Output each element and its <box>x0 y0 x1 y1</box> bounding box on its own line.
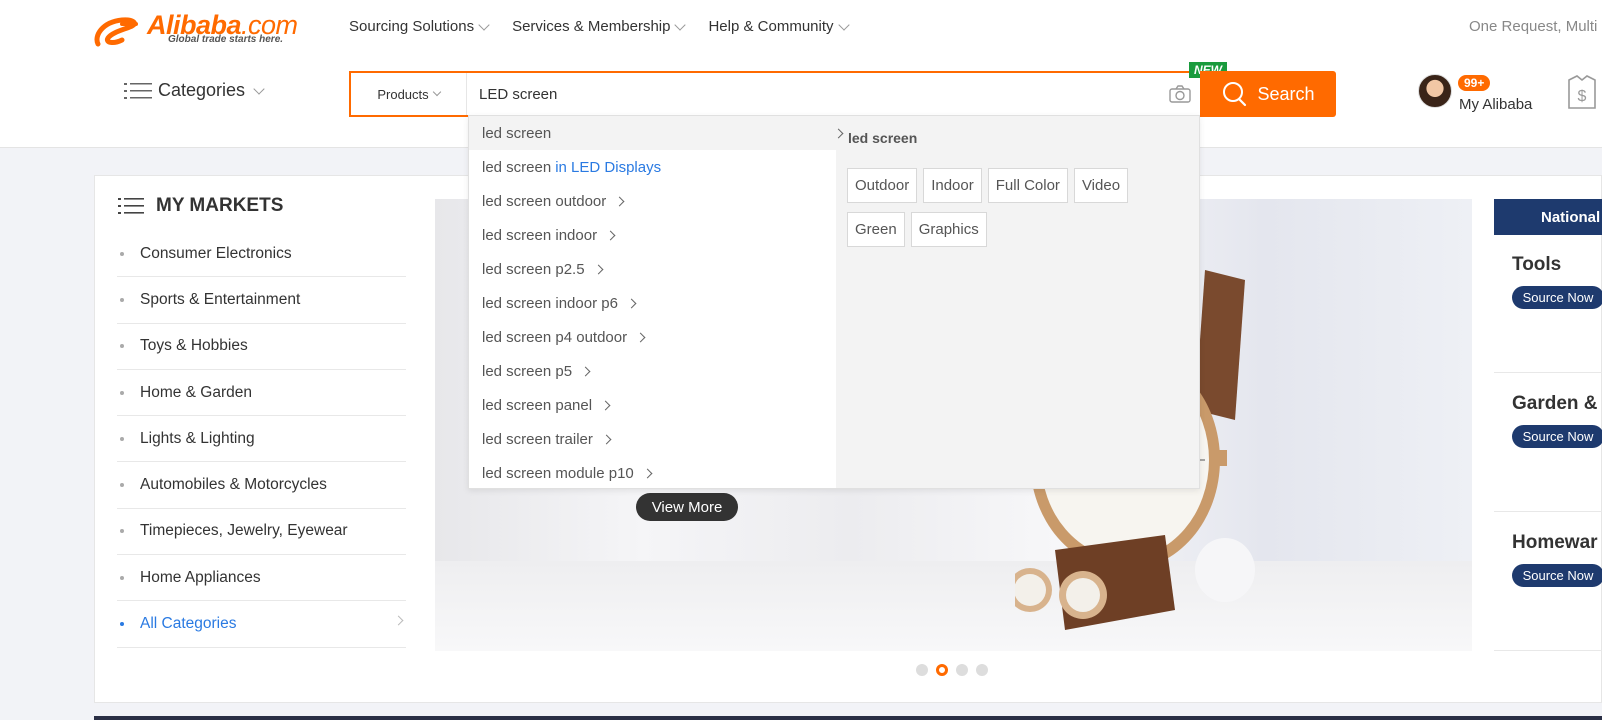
chevron-right-icon <box>605 230 616 240</box>
nav-services-membership[interactable]: Services & Membership <box>512 18 687 35</box>
view-more-button[interactable]: View More <box>636 493 738 521</box>
chevron-down-icon <box>478 18 490 31</box>
source-now-button[interactable]: Source Now <box>1512 425 1602 448</box>
search-suggestions-dropdown: led screen led screen in LED Displays led… <box>468 115 1200 489</box>
chevron-down-icon <box>253 82 265 95</box>
search-input[interactable] <box>479 73 1119 115</box>
search-button[interactable]: Search <box>1200 71 1336 117</box>
suggestion-item[interactable]: led screen outdoor <box>469 184 836 218</box>
market-item[interactable]: Home & Garden <box>117 370 406 417</box>
camera-icon[interactable] <box>1169 84 1191 104</box>
suggestion-item[interactable]: led screen indoor <box>469 218 836 252</box>
search-box: Products <box>349 71 1200 117</box>
logo-tagline: Global trade starts here. <box>168 34 284 45</box>
source-now-button[interactable]: Source Now <box>1512 286 1602 309</box>
suggestion-item[interactable]: led screen p5 <box>469 354 836 388</box>
avatar[interactable] <box>1418 74 1452 108</box>
related-tags: Outdoor Indoor Full Color Video Green Gr… <box>847 168 1187 247</box>
related-title: led screen <box>848 130 918 146</box>
market-item[interactable]: Consumer Electronics <box>117 231 406 278</box>
related-tag[interactable]: Outdoor <box>847 168 918 203</box>
categories-label: Categories <box>158 80 246 100</box>
related-tag[interactable]: Full Color <box>987 168 1068 203</box>
suggestion-item[interactable]: led screen indoor p6 <box>469 286 836 320</box>
notification-badge: 99+ <box>1458 75 1491 91</box>
svg-text:$: $ <box>1578 88 1587 105</box>
chevron-down-icon <box>432 87 441 97</box>
related-tag[interactable]: Indoor <box>923 168 982 203</box>
market-item[interactable]: Timepieces, Jewelry, Eyewear <box>117 509 406 556</box>
market-list: Consumer Electronics Sports & Entertainm… <box>117 231 406 648</box>
search-type-select[interactable]: Products <box>351 73 467 115</box>
suggestion-item[interactable]: led screen module p10 <box>469 456 836 490</box>
suggestion-item[interactable]: led screen panel <box>469 388 836 422</box>
promo-block: Tools Source Now <box>1494 254 1602 373</box>
suggestion-item[interactable]: led screen <box>469 116 844 150</box>
carousel-dot[interactable] <box>976 664 988 676</box>
carousel-dot-active[interactable] <box>936 664 948 676</box>
chevron-right-icon <box>600 400 611 410</box>
categories-menu[interactable]: Categories <box>124 80 265 101</box>
suggestion-item[interactable]: led screen in LED Displays <box>469 150 836 184</box>
promo-title: Homewar <box>1512 532 1598 553</box>
chevron-down-icon <box>837 18 850 31</box>
bottom-strip <box>94 716 1602 720</box>
chevron-right-icon <box>833 128 844 138</box>
chevron-right-icon <box>626 298 637 308</box>
promo-title: Garden & <box>1512 393 1598 414</box>
chevron-right-icon <box>393 615 404 626</box>
one-request-link[interactable]: One Request, Multi <box>1469 18 1597 35</box>
nav-help-community[interactable]: Help & Community <box>708 18 850 35</box>
chevron-right-icon <box>601 434 612 444</box>
nav-sourcing-solutions[interactable]: Sourcing Solutions <box>349 18 490 35</box>
list-icon <box>124 82 152 99</box>
carousel-dots <box>916 664 988 676</box>
suggestion-list: led screen led screen in LED Displays led… <box>469 116 844 490</box>
promo-block: Homewar Source Now <box>1494 532 1602 651</box>
all-categories-link[interactable]: All Categories <box>117 601 406 648</box>
alibaba-logo[interactable]: Alibaba.com Global trade starts here. <box>92 10 312 50</box>
market-item[interactable]: Sports & Entertainment <box>117 277 406 324</box>
my-markets-heading: MY MARKETS <box>118 195 283 217</box>
market-item[interactable]: Toys & Hobbies <box>117 324 406 370</box>
banner-floor <box>435 561 1472 651</box>
chevron-right-icon <box>593 264 604 274</box>
dollar-tag-icon[interactable]: $ <box>1565 74 1599 112</box>
source-now-button[interactable]: Source Now <box>1512 564 1602 587</box>
alibaba-logo-icon <box>94 17 138 47</box>
chevron-right-icon <box>614 196 625 206</box>
related-tag[interactable]: Green <box>847 212 905 247</box>
promo-block: Garden & Source Now <box>1494 393 1602 512</box>
chevron-right-icon <box>580 366 591 376</box>
carousel-dot[interactable] <box>956 664 968 676</box>
list-icon <box>118 198 144 214</box>
suggestion-item[interactable]: led screen p2.5 <box>469 252 836 286</box>
chevron-down-icon <box>674 18 687 31</box>
chevron-right-icon <box>635 332 646 342</box>
top-nav: Sourcing Solutions Services & Membership… <box>349 18 872 35</box>
market-item[interactable]: Home Appliances <box>117 555 406 602</box>
suggestion-item[interactable]: led screen p4 outdoor <box>469 320 836 354</box>
related-tag[interactable]: Video <box>1073 168 1129 203</box>
suggestion-category-hint: in LED Displays <box>555 158 662 176</box>
chevron-right-icon <box>642 468 653 478</box>
market-item[interactable]: Lights & Lighting <box>117 416 406 463</box>
market-item[interactable]: Automobiles & Motorcycles <box>117 462 406 509</box>
suggestion-item[interactable]: led screen trailer <box>469 422 836 456</box>
related-tag[interactable]: Graphics <box>910 212 987 247</box>
my-alibaba-link[interactable]: My Alibaba <box>1459 96 1532 113</box>
promo-title: Tools <box>1512 254 1562 275</box>
search-icon <box>1223 82 1247 107</box>
national-header[interactable]: National <box>1494 199 1602 235</box>
carousel-dot[interactable] <box>916 664 928 676</box>
